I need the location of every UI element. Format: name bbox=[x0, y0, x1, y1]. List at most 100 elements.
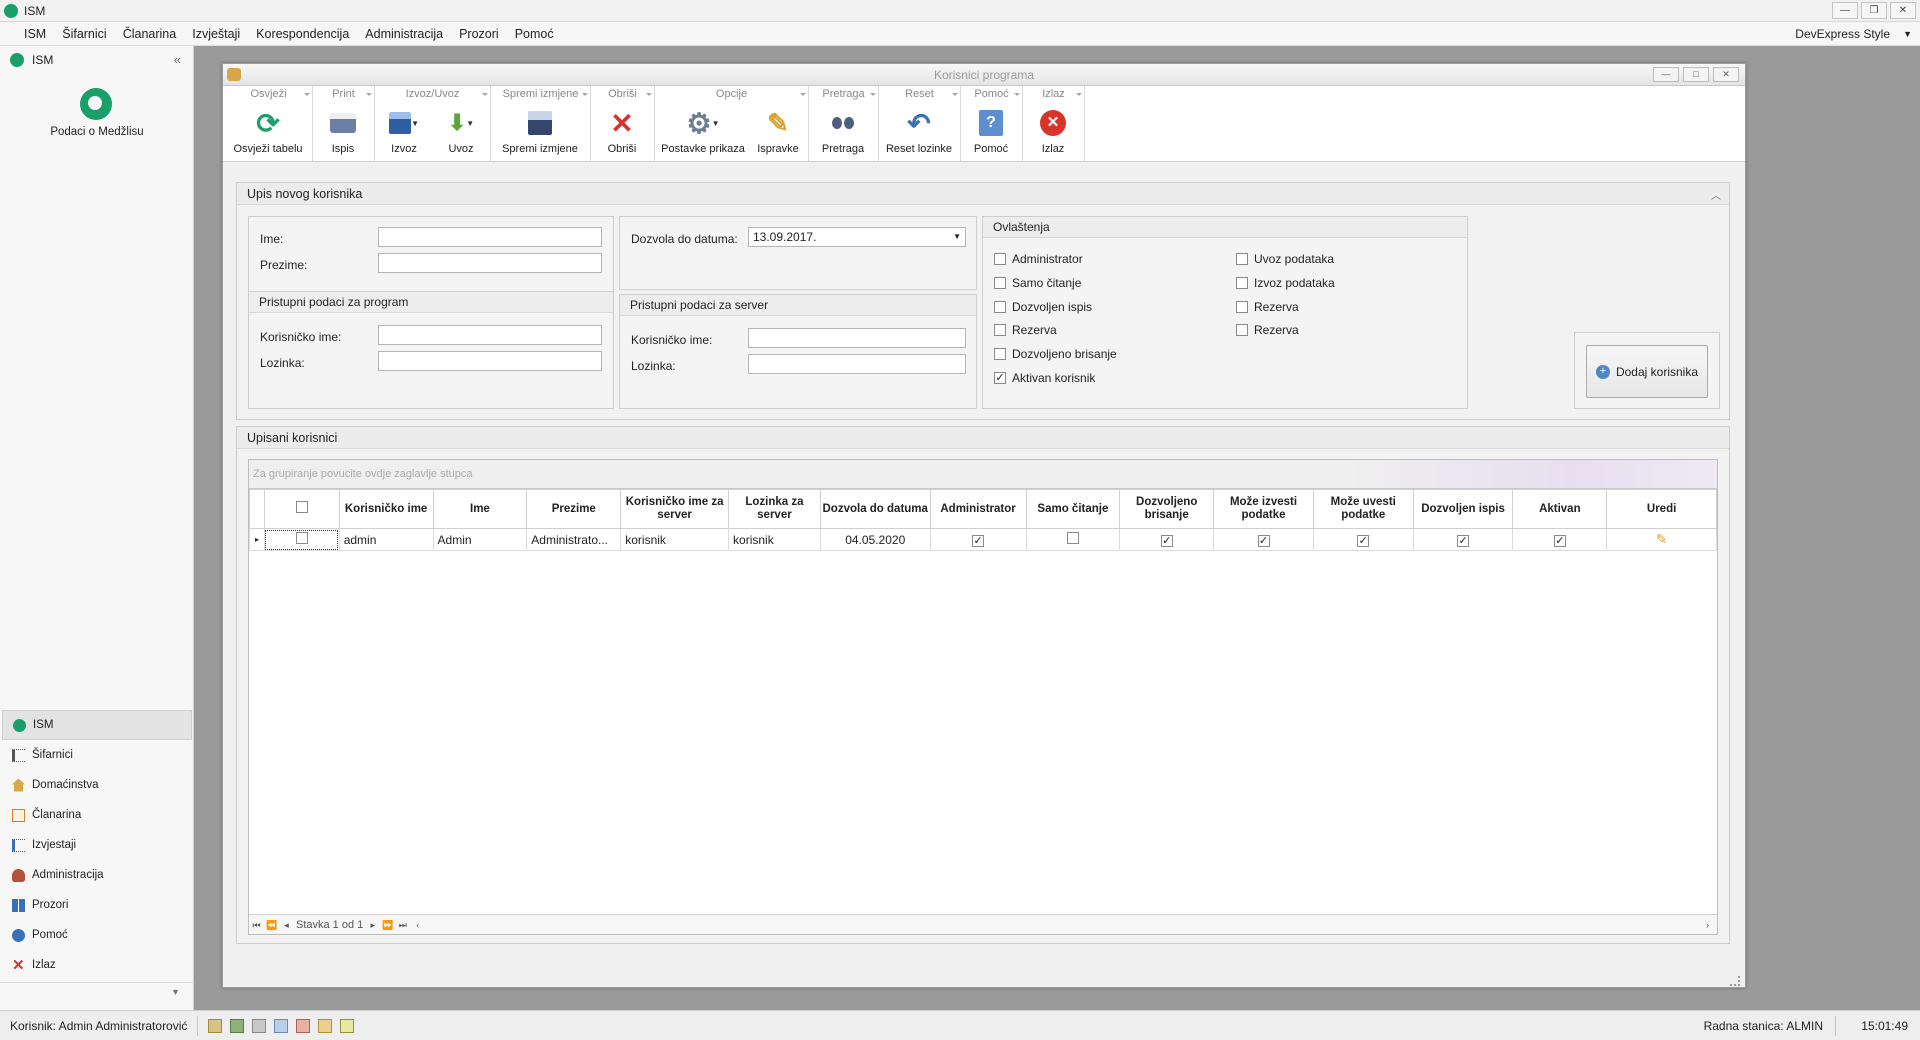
cell-print-allowed[interactable]: ✓ bbox=[1412, 528, 1514, 551]
cell-surname[interactable]: Administrato... bbox=[526, 528, 622, 551]
permission-reserve-checkbox[interactable]: Rezerva bbox=[994, 323, 1057, 337]
table-row[interactable]: ▸ admin Admin Administrato... korisnik k… bbox=[249, 528, 1717, 551]
column-header[interactable]: Dozvoljeno brisanje bbox=[1119, 489, 1215, 529]
first-page-icon[interactable]: ⏮ bbox=[251, 919, 262, 931]
checkbox-checked-icon[interactable]: ✓ bbox=[1257, 534, 1270, 547]
checkbox-checked-icon[interactable]: ✓ bbox=[1457, 534, 1470, 547]
close-icon[interactable]: ✕ bbox=[1890, 2, 1916, 19]
money-icon[interactable] bbox=[230, 1018, 245, 1033]
scroll-right-icon[interactable]: › bbox=[1706, 920, 1709, 930]
display-settings-button[interactable]: ⚙ ▼ Postavke prikaza bbox=[655, 102, 751, 161]
column-header[interactable]: Dozvola do datuma bbox=[819, 489, 931, 529]
help-button[interactable]: ? Pomoć bbox=[961, 102, 1021, 161]
row-select-cell[interactable] bbox=[263, 528, 340, 551]
scroll-left-icon[interactable]: ‹ bbox=[412, 919, 423, 931]
sidebar-item-pomoc[interactable]: Pomoć bbox=[2, 920, 192, 950]
cell-active[interactable]: ✓ bbox=[1512, 528, 1608, 551]
maximize-icon[interactable]: □ bbox=[1683, 67, 1709, 82]
sidebar-item-ism[interactable]: ISM bbox=[2, 710, 192, 740]
folder-icon[interactable] bbox=[208, 1018, 223, 1033]
permission-export-checkbox[interactable]: Izvoz podataka bbox=[1236, 276, 1335, 290]
cell-readonly[interactable] bbox=[1025, 528, 1121, 551]
permission-print-checkbox[interactable]: Dozvoljen ispis bbox=[994, 300, 1092, 314]
medzlis-info-link[interactable]: Podaci o Medžlisu bbox=[0, 126, 194, 138]
save-changes-button[interactable]: Spremi izmjene bbox=[491, 102, 589, 161]
checkbox-checked-icon[interactable]: ✓ bbox=[1553, 534, 1566, 547]
cell-server-username[interactable]: korisnik bbox=[620, 528, 730, 551]
column-header[interactable]: Aktivan bbox=[1512, 489, 1608, 529]
print-button[interactable]: Ispis bbox=[313, 102, 373, 161]
calculator-icon[interactable] bbox=[252, 1018, 267, 1033]
collapse-icon[interactable]: « bbox=[174, 52, 181, 67]
minimize-icon[interactable]: — bbox=[1653, 67, 1679, 82]
sidebar-item-sifarnici[interactable]: Šifarnici bbox=[2, 740, 192, 770]
column-header[interactable]: Dozvoljen ispis bbox=[1412, 489, 1514, 529]
prev-page-icon[interactable]: ⏪ bbox=[266, 919, 277, 931]
notes-icon[interactable] bbox=[318, 1018, 333, 1033]
permit-date-picker[interactable]: 13.09.2017. ▼ bbox=[748, 227, 966, 247]
select-all-header[interactable] bbox=[263, 489, 340, 529]
cell-name[interactable]: Admin bbox=[432, 528, 528, 551]
chevron-down-icon[interactable]: ▼ bbox=[1903, 29, 1912, 39]
permission-reserve-3-checkbox[interactable]: Rezerva bbox=[1236, 323, 1299, 337]
sidebar-item-clanarina[interactable]: Članarina bbox=[2, 800, 192, 830]
minimize-icon[interactable]: — bbox=[1832, 2, 1858, 19]
menu-ism[interactable]: ISM bbox=[16, 27, 54, 41]
edit-row-icon[interactable]: ✎ bbox=[1606, 528, 1717, 551]
menu-korespondencija[interactable]: Korespondencija bbox=[248, 27, 357, 41]
permission-administrator-checkbox[interactable]: Administrator bbox=[994, 252, 1083, 266]
collapse-panel-icon[interactable]: ︿ bbox=[1711, 187, 1721, 202]
menu-prozori[interactable]: Prozori bbox=[451, 27, 507, 41]
group-by-panel[interactable]: Za grupiranje povucite ovdje zaglavlje s… bbox=[249, 460, 1717, 489]
cell-permit-date[interactable]: 04.05.2020 bbox=[819, 528, 931, 551]
menu-izvjestaji[interactable]: Izvještaji bbox=[184, 27, 248, 41]
cell-delete-allowed[interactable]: ✓ bbox=[1119, 528, 1215, 551]
checkbox-icon[interactable] bbox=[1066, 532, 1079, 544]
cell-administrator[interactable]: ✓ bbox=[929, 528, 1027, 551]
program-username-input[interactable] bbox=[378, 325, 602, 345]
column-header[interactable]: Može uvesti podatke bbox=[1312, 489, 1414, 529]
checkbox-icon[interactable] bbox=[295, 532, 308, 544]
column-header[interactable]: Prezime bbox=[526, 489, 622, 529]
cell-server-password[interactable]: korisnik bbox=[728, 528, 821, 551]
column-header[interactable]: Lozinka za server bbox=[728, 489, 821, 529]
cell-can-import[interactable]: ✓ bbox=[1312, 528, 1414, 551]
sidebar-item-administracija[interactable]: Administracija bbox=[2, 860, 192, 890]
sidebar-item-prozori[interactable]: Prozori bbox=[2, 890, 192, 920]
menu-sifarnici[interactable]: Šifarnici bbox=[54, 27, 114, 41]
exit-button[interactable]: ✕ Izlaz bbox=[1023, 102, 1083, 161]
cell-username[interactable]: admin bbox=[338, 528, 434, 551]
permission-readonly-checkbox[interactable]: Samo čitanje bbox=[994, 276, 1081, 290]
delete-button[interactable]: ✕ Obriši bbox=[591, 102, 653, 161]
next-page-icon[interactable]: ⏩ bbox=[382, 919, 393, 931]
calendar-icon[interactable] bbox=[296, 1018, 311, 1033]
checkbox-checked-icon[interactable]: ✓ bbox=[1160, 534, 1173, 547]
prev-record-icon[interactable]: ◂ bbox=[281, 919, 292, 931]
restore-icon[interactable]: ❐ bbox=[1861, 2, 1887, 19]
checkbox-icon[interactable] bbox=[295, 501, 308, 513]
sidebar-item-izvjestaji[interactable]: Izvjestaji bbox=[2, 830, 192, 860]
export-button[interactable]: ▼ Izvoz bbox=[375, 102, 433, 161]
close-icon[interactable]: ✕ bbox=[1713, 67, 1739, 82]
menu-administracija[interactable]: Administracija bbox=[357, 27, 451, 41]
document-icon[interactable] bbox=[340, 1018, 355, 1033]
resize-grip-icon[interactable] bbox=[1730, 976, 1740, 986]
program-password-input[interactable] bbox=[378, 351, 602, 371]
menu-pomoc[interactable]: Pomoć bbox=[507, 27, 562, 41]
permission-reserve-2-checkbox[interactable]: Rezerva bbox=[1236, 300, 1299, 314]
column-header[interactable]: Samo čitanje bbox=[1025, 489, 1121, 529]
medzlis-logo-icon[interactable] bbox=[80, 88, 112, 120]
cell-can-export[interactable]: ✓ bbox=[1213, 528, 1314, 551]
column-header[interactable]: Korisničko ime za server bbox=[620, 489, 730, 529]
menu-clanarina[interactable]: Članarina bbox=[115, 27, 185, 41]
add-user-button[interactable]: + Dodaj korisnika bbox=[1586, 345, 1708, 398]
corrections-button[interactable]: ✎ Ispravke bbox=[751, 102, 805, 161]
column-header[interactable]: Može izvesti podatke bbox=[1213, 489, 1314, 529]
permission-delete-checkbox[interactable]: Dozvoljeno brisanje bbox=[994, 347, 1117, 361]
search-button[interactable]: Pretraga bbox=[809, 102, 877, 161]
chevron-down-icon[interactable]: ▼ bbox=[953, 228, 961, 246]
sidebar-item-izlaz[interactable]: ✕ Izlaz bbox=[2, 950, 192, 980]
sidebar-item-domacinstva[interactable]: Domaćinstva bbox=[2, 770, 192, 800]
server-username-input[interactable] bbox=[748, 328, 966, 348]
reset-password-button[interactable]: ↶ Reset lozinke bbox=[879, 102, 959, 161]
